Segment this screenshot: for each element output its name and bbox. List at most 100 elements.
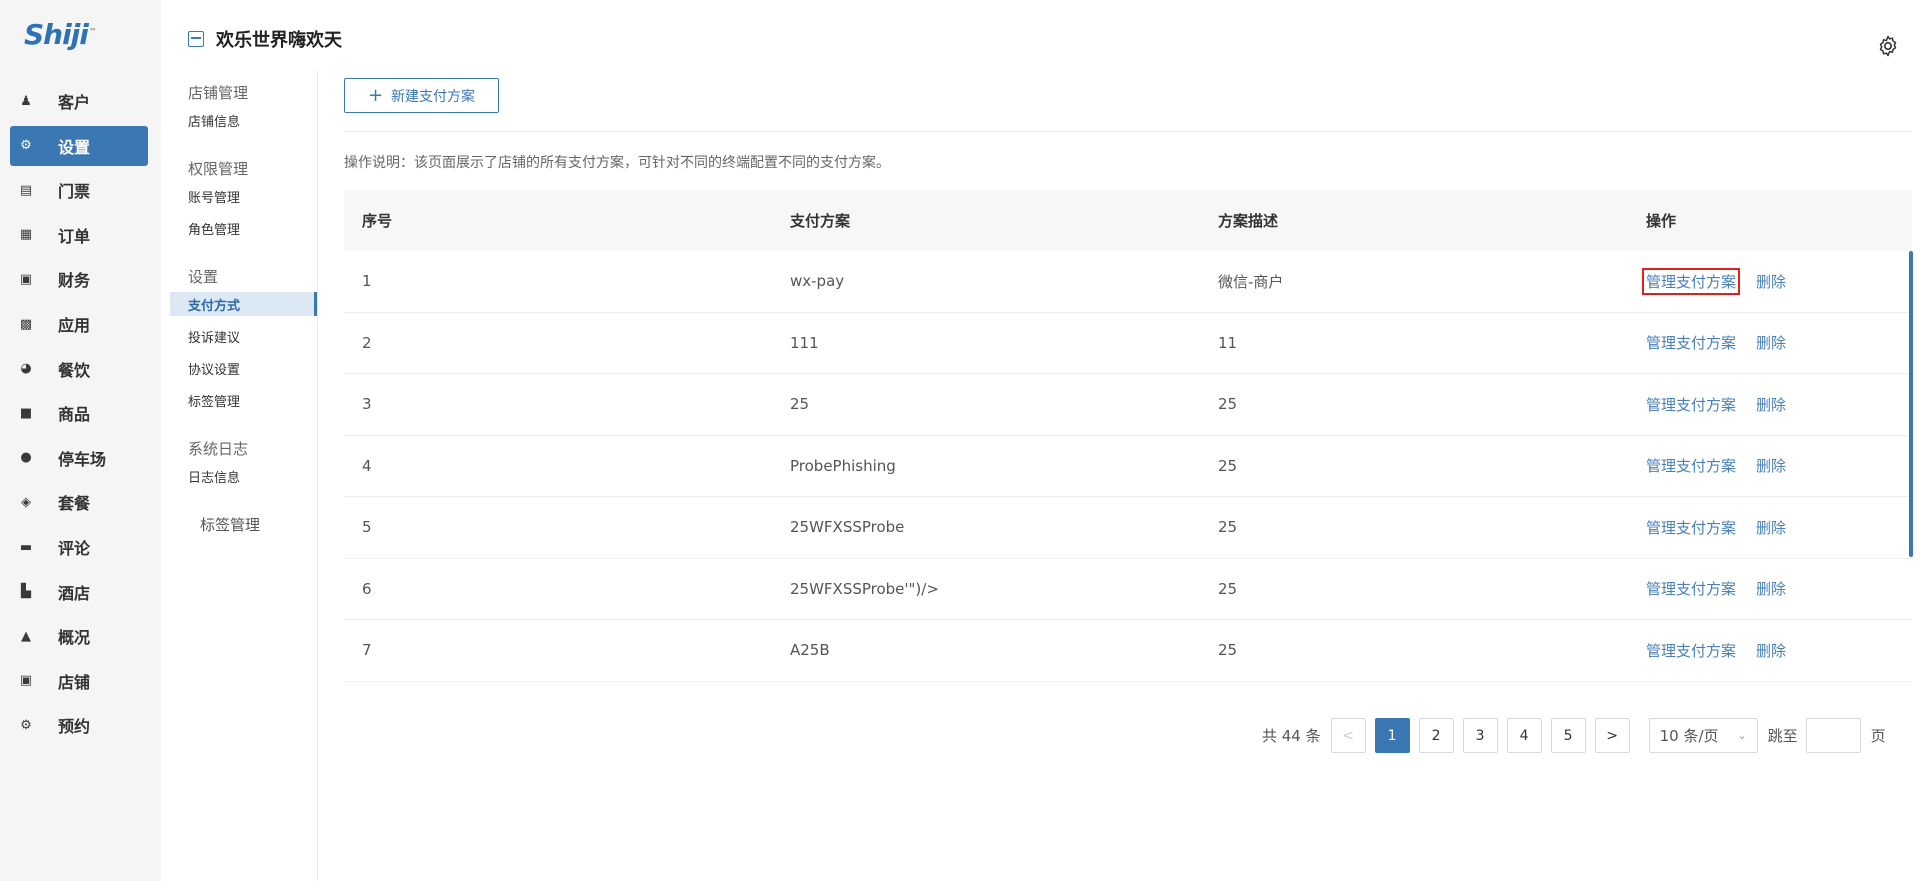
cell-plan-name: ProbePhishing: [790, 456, 896, 475]
submenu-item-log-info[interactable]: 日志信息: [170, 464, 317, 488]
submenu-item-payment[interactable]: 支付方式: [170, 292, 317, 316]
table-scrollbar[interactable]: [1909, 251, 1913, 557]
jump-label: 跳至: [1767, 727, 1798, 745]
submenu-item-tags[interactable]: 标签管理: [170, 388, 317, 412]
gear-icon: ⚙: [20, 138, 32, 154]
page-4-button[interactable]: 4: [1506, 718, 1542, 753]
table-row: 4 ProbePhishing 25 管理支付方案 删除: [344, 436, 1912, 497]
nav-item-2[interactable]: ▤ 门票: [10, 170, 148, 210]
prev-page-button[interactable]: <: [1330, 718, 1366, 753]
submenu-item-roles[interactable]: 角色管理: [170, 216, 317, 240]
jump-page-input[interactable]: [1805, 718, 1861, 753]
parking-icon: ●: [20, 450, 32, 466]
nav-item-1[interactable]: ⚙ 设置: [10, 125, 148, 166]
delete-link[interactable]: 删除: [1756, 394, 1786, 415]
finance-icon: ▣: [19, 271, 33, 287]
cell-plan-desc: 11: [1218, 333, 1238, 352]
chart-icon: ▲: [21, 628, 31, 644]
submenu-item-store-info[interactable]: 店铺信息: [170, 108, 317, 132]
cell-no: 1: [362, 272, 372, 291]
cell-actions: 管理支付方案 删除: [1628, 436, 1912, 497]
delete-link[interactable]: 删除: [1756, 517, 1786, 538]
page-5-button[interactable]: 5: [1550, 718, 1586, 753]
col-header-actions: 操作: [1646, 212, 1677, 230]
nav-item-10[interactable]: ▬ 评论: [10, 527, 148, 567]
divider: [344, 131, 1912, 132]
submenu-group-settings: 设置: [188, 268, 219, 286]
table-row: 2 111 11 管理支付方案 删除: [344, 313, 1912, 374]
operation-note: 操作说明：该页面展示了店铺的所有支付方案，可针对不同的终端配置不同的支付方案。: [344, 155, 890, 171]
cell-actions: 管理支付方案 删除: [1628, 374, 1912, 435]
nav-item-label: 客户: [58, 93, 91, 112]
layers-icon: ◈: [21, 494, 31, 510]
main-nav: Shiji™ ♟ 客户 ⚙ 设置 ▤ 门票 ▦ 订单 ▣ 财务 ▩ 应用 ◕ 餐饮 ■ 商品 ● 停车场 ◈ 套餐 ▬ 评…: [0, 0, 161, 881]
nav-item-3[interactable]: ▦ 订单: [10, 215, 148, 255]
nav-item-7[interactable]: ■ 商品: [10, 393, 148, 433]
nav-item-13[interactable]: ▣ 店铺: [10, 661, 148, 701]
hotel-icon: ▙: [21, 584, 31, 600]
cell-no: 3: [362, 395, 372, 414]
manage-plan-link[interactable]: 管理支付方案: [1642, 637, 1740, 664]
manage-plan-link[interactable]: 管理支付方案: [1642, 575, 1740, 602]
nav-item-11[interactable]: ▙ 酒店: [10, 572, 148, 612]
next-page-button[interactable]: >: [1594, 718, 1630, 753]
chevron-down-icon: ⌄: [1737, 729, 1747, 742]
submenu-item-agreements[interactable]: 协议设置: [170, 356, 317, 380]
page-3-button[interactable]: 3: [1462, 718, 1498, 753]
order-icon: ▦: [19, 227, 33, 243]
submenu-item-accounts[interactable]: 账号管理: [170, 184, 317, 208]
nav-item-4[interactable]: ▣ 财务: [10, 259, 148, 299]
new-payment-plan-button[interactable]: + 新建支付方案: [344, 78, 499, 113]
nav-item-label: 订单: [58, 226, 91, 246]
settings-gear-icon[interactable]: [1876, 34, 1900, 58]
manage-plan-link[interactable]: 管理支付方案: [1642, 329, 1740, 356]
submenu-extra-tags[interactable]: 标签管理: [200, 514, 260, 535]
cell-plan-desc: 25: [1218, 641, 1238, 660]
nav-item-label: 商品: [58, 405, 91, 425]
nav-item-14[interactable]: ⚙ 预约: [10, 705, 148, 745]
delete-link[interactable]: 删除: [1756, 455, 1786, 476]
cell-actions: 管理支付方案 删除: [1628, 620, 1912, 681]
page-2-button[interactable]: 2: [1418, 718, 1454, 753]
delete-link[interactable]: 删除: [1756, 578, 1786, 599]
page-suffix: 页: [1870, 727, 1886, 745]
cell-plan-name: wx-pay: [790, 272, 845, 291]
table-row: 6 25WFXSSProbe'")/> 25 管理支付方案 删除: [344, 559, 1912, 620]
page-size-select[interactable]: 10 条/页 ⌄: [1648, 718, 1758, 753]
nav-item-label: 概况: [58, 628, 91, 648]
delete-link[interactable]: 删除: [1756, 640, 1786, 661]
manage-plan-link[interactable]: 管理支付方案: [1642, 452, 1740, 479]
nav-item-12[interactable]: ▲ 概况: [10, 616, 148, 656]
shiji-logo[interactable]: Shiji™: [24, 18, 97, 51]
delete-link[interactable]: 删除: [1756, 271, 1786, 292]
nav-item-label: 餐饮: [58, 360, 91, 380]
nav-item-8[interactable]: ● 停车场: [10, 438, 148, 478]
gear-icon: ⚙: [20, 717, 32, 733]
plus-icon: +: [367, 85, 384, 106]
col-header-desc: 方案描述: [1218, 212, 1279, 230]
submenu-group-logs: 系统日志: [188, 440, 249, 458]
nav-item-5[interactable]: ▩ 应用: [10, 304, 148, 344]
delete-link[interactable]: 删除: [1756, 332, 1786, 353]
nav-item-0[interactable]: ♟ 客户: [10, 81, 148, 121]
manage-plan-link[interactable]: 管理支付方案: [1642, 514, 1740, 541]
nav-item-9[interactable]: ◈ 套餐: [10, 482, 148, 522]
cell-actions: 管理支付方案 删除: [1628, 251, 1912, 312]
nav-item-6[interactable]: ◕ 餐饮: [10, 349, 148, 389]
cell-plan-desc: 微信-商户: [1218, 272, 1284, 291]
page-title: 欢乐世界嗨欢天: [216, 30, 342, 51]
settings-submenu: 店铺管理 店铺信息 权限管理 账号管理 角色管理 设置 支付方式 投诉建议 协议…: [170, 70, 318, 881]
nav-item-label: 酒店: [58, 583, 91, 603]
pagination: 共 44 条 < 1 2 3 4 5 > 10 条/页 ⌄ 跳至 页: [1262, 718, 1886, 753]
cell-no: 7: [362, 641, 372, 660]
manage-plan-link[interactable]: 管理支付方案: [1642, 267, 1741, 295]
cell-plan-name: 25: [790, 395, 810, 414]
table-row: 5 25WFXSSProbe 25 管理支付方案 删除: [344, 497, 1912, 559]
manage-plan-link[interactable]: 管理支付方案: [1642, 391, 1740, 418]
cell-actions: 管理支付方案 删除: [1628, 313, 1912, 374]
cell-plan-desc: 25: [1218, 395, 1238, 414]
page-1-button[interactable]: 1: [1374, 718, 1410, 753]
submenu-item-complaints[interactable]: 投诉建议: [170, 324, 317, 348]
cell-no: 2: [362, 333, 372, 352]
cell-plan-name: 25WFXSSProbe: [790, 518, 905, 537]
